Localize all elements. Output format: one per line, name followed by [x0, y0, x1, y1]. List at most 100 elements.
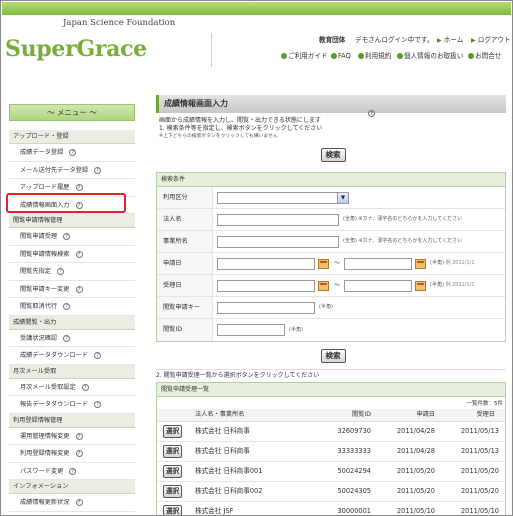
corp-name-input[interactable]: [217, 213, 339, 226]
home-link-label: ホーム: [443, 36, 464, 44]
request-key-input[interactable]: [217, 301, 315, 314]
header-divider: [211, 33, 212, 67]
menu-item[interactable]: 閲覧申請キー変更?: [9, 281, 135, 298]
help-icon[interactable]: ?: [368, 110, 375, 118]
select-button[interactable]: 選択: [163, 504, 183, 515]
help-icon[interactable]: ?: [75, 499, 83, 506]
calendar-icon[interactable]: [318, 258, 329, 269]
select-button[interactable]: 選択: [163, 444, 183, 458]
help-icon[interactable]: ?: [75, 250, 83, 258]
help-icon[interactable]: ?: [75, 184, 83, 191]
corp-label: 法人名: [157, 209, 213, 230]
menu-item[interactable]: 閲覧先指定?: [9, 263, 135, 281]
menu-item[interactable]: 閲覧取消代行?: [9, 298, 135, 316]
menu-item[interactable]: パスワード変更?: [9, 463, 135, 480]
row-apply-date: 2011/04/28: [381, 441, 443, 462]
col-accept-header: 受理日: [443, 409, 505, 422]
apply-date-from-input[interactable]: [217, 257, 315, 270]
faq-link[interactable]: FAQ: [331, 52, 351, 60]
help-icon[interactable]: ?: [69, 467, 77, 475]
help-icon[interactable]: ?: [69, 149, 77, 156]
app-window: Japan Science Foundation SuperGrace 教育団体…: [0, 0, 513, 516]
menu-item-label: パスワード変更: [20, 467, 64, 475]
help-glyph: ?: [368, 110, 375, 117]
corp-row: 法人名 (全角) ※カナ、漢字名のどちらかを入力してください: [157, 209, 505, 231]
usage-label: 利用区分: [157, 187, 213, 208]
menu-item[interactable]: 教育団体一覧・お知らせ?: [9, 512, 135, 516]
home-link[interactable]: ▶ ホーム: [437, 36, 463, 45]
accept-date-row: 受理日 ～ (半角) 例 2012/1/1: [157, 275, 505, 297]
top-color-bar: [2, 2, 511, 15]
menu-item[interactable]: 利用登録情報変更?: [9, 445, 135, 463]
accept-date-label: 受理日: [157, 275, 213, 296]
menu-item-label: 閲覧申請キー変更: [20, 285, 70, 293]
menu-item[interactable]: 報告データダウンロード?: [9, 396, 135, 414]
help-icon[interactable]: ?: [75, 285, 83, 293]
help-icon[interactable]: ?: [63, 334, 71, 342]
circle-arrow-icon: [281, 53, 287, 59]
menu-body: アップロード・登録 成績データ登録? メール送付先データ登録? アップロード履歴? 成績…: [9, 130, 135, 516]
request-list-panel: 閲覧申請受理一覧 一覧件数：5件 法人名・事業所名 閲覧ID 申請日 受理日 選…: [156, 382, 506, 515]
menu-item[interactable]: 月次メール受取設定?: [9, 379, 135, 396]
search-button-bottom[interactable]: 検索: [320, 349, 346, 363]
accept-date-from-input[interactable]: [217, 279, 315, 292]
menu-item[interactable]: 成績データ登録?: [9, 144, 135, 162]
calendar-icon[interactable]: [415, 258, 427, 269]
menu-item-label: アップロード履歴: [20, 184, 70, 191]
circle-arrow-icon: [468, 53, 474, 59]
search-button-row-top: 検索: [156, 148, 506, 166]
help-icon[interactable]: ?: [56, 268, 64, 275]
menu-item[interactable]: 運用管理情報変更?: [9, 428, 135, 445]
apply-date-row: 申請日 ～ (半角) 例 2012/1/1: [157, 253, 505, 275]
logout-link[interactable]: ▶ ログアウト: [471, 36, 511, 45]
triangle-right-icon: ▶: [437, 37, 442, 44]
office-label: 事業所名: [157, 231, 213, 252]
accept-date-to-input[interactable]: [344, 279, 413, 292]
office-name-input[interactable]: [217, 235, 339, 248]
contact-link[interactable]: お問合せ: [468, 52, 501, 60]
menu-item[interactable]: 成績情報更新状況?: [9, 494, 135, 512]
help-icon[interactable]: ?: [94, 166, 102, 174]
org-name: Japan Science Foundation: [63, 18, 176, 28]
circle-arrow-icon: [397, 53, 403, 59]
guide-link[interactable]: ご利用ガイド: [281, 52, 328, 60]
row-view-id: 50024305: [323, 481, 381, 502]
help-icon[interactable]: ?: [75, 450, 83, 457]
description-line-2: 1. 検索条件等を指定し、検索ボタンをクリックしてください: [159, 125, 506, 133]
menu-item[interactable]: 閲覧申請受理?: [9, 228, 135, 246]
select-button[interactable]: 選択: [163, 484, 183, 498]
description-line-1: 画面から成績情報を入力し、閲覧・出力できる状態にします: [159, 117, 321, 124]
calendar-icon[interactable]: [415, 280, 427, 291]
range-separator: ～: [334, 281, 341, 289]
help-icon[interactable]: ?: [63, 233, 71, 240]
select-button[interactable]: 選択: [163, 464, 183, 478]
menu-item[interactable]: 受講状況確認?: [9, 330, 135, 347]
logo[interactable]: SuperGrace: [5, 36, 147, 64]
help-icon[interactable]: ?: [75, 432, 83, 440]
view-id-input[interactable]: [217, 324, 285, 336]
main-content: 成績情報画面入力 画面から成績情報を入力し、閲覧・出力できる状態にします 1. …: [156, 95, 506, 515]
row-view-id: 33333333: [323, 441, 381, 462]
privacy-link[interactable]: 個人情報のお取扱い: [397, 52, 463, 60]
menu-item[interactable]: 閲覧申請情報検索?: [9, 246, 135, 263]
request-table: 法人名・事業所名 閲覧ID 申請日 受理日 選択 株式会社 日科商事 3260973…: [157, 409, 505, 515]
search-button-top[interactable]: 検索: [320, 148, 346, 162]
help-icon[interactable]: ?: [63, 303, 71, 310]
terms-link[interactable]: 利用規約: [358, 52, 391, 60]
help-icon[interactable]: ?: [94, 352, 102, 359]
calendar-icon[interactable]: [318, 280, 329, 291]
help-icon[interactable]: ?: [94, 401, 102, 408]
col-apply-header: 申請日: [381, 409, 443, 422]
select-button[interactable]: 選択: [163, 424, 183, 438]
apply-date-to-input[interactable]: [344, 257, 413, 270]
menu-item[interactable]: 成績データダウンロード?: [9, 347, 135, 365]
help-icon[interactable]: ?: [81, 383, 89, 391]
criteria-heading: 検索条件: [157, 173, 505, 187]
select-column-header: [157, 409, 191, 422]
date-note-text: (半角): [430, 260, 444, 267]
row-accept-date: 2011/05/20: [443, 481, 505, 502]
menu-item[interactable]: メール送付先データ登録?: [9, 162, 135, 179]
table-row: 選択 株式会社 日科商事001 50024294 2011/05/20 2011/05/…: [157, 461, 505, 482]
row-accept-date: 2011/05/20: [443, 461, 505, 482]
usage-select[interactable]: ▼: [217, 191, 349, 204]
